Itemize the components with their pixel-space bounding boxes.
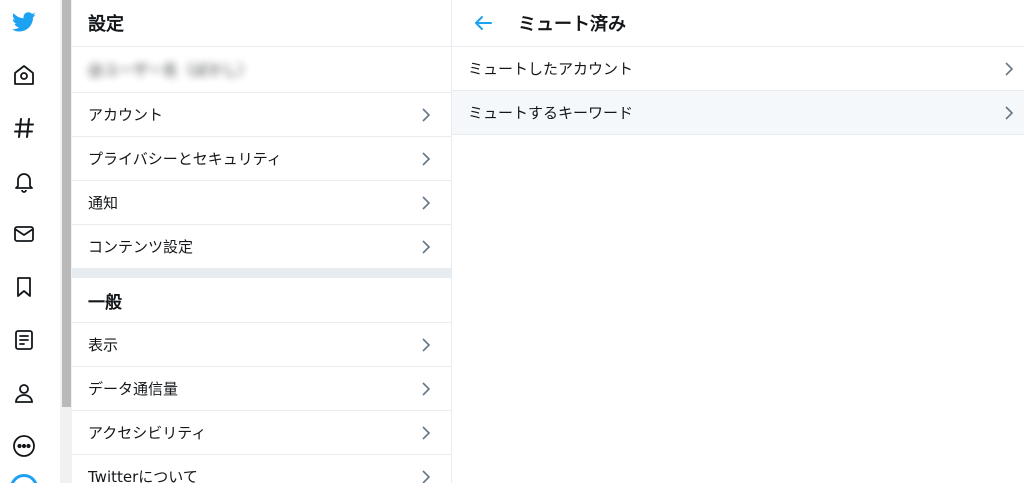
back-button[interactable]: [472, 12, 494, 34]
settings-item-accessibility[interactable]: アクセシビリティ: [72, 411, 451, 455]
settings-item-label: 通知: [88, 194, 119, 212]
chevron-right-icon: [422, 239, 431, 254]
settings-item-label: プライバシーとセキュリティ: [88, 150, 282, 168]
chevron-right-icon: [422, 195, 431, 210]
compose-button-partial[interactable]: [10, 474, 38, 483]
settings-header: 設定: [72, 0, 451, 47]
muted-header: ミュート済み: [452, 0, 1024, 47]
twitter-logo-icon[interactable]: [6, 4, 42, 40]
settings-item-label: コンテンツ設定: [88, 238, 194, 256]
settings-item-display[interactable]: 表示: [72, 323, 451, 367]
chevron-right-icon: [422, 107, 431, 122]
chevron-right-icon: [422, 151, 431, 166]
arrow-left-icon: [475, 16, 492, 30]
settings-item-label: データ通信量: [88, 380, 179, 398]
bookmark-icon[interactable]: [6, 269, 42, 305]
chevron-right-icon: [422, 469, 431, 483]
muted-keywords-item[interactable]: ミュートするキーワード: [452, 91, 1024, 135]
general-section-title: 一般: [88, 292, 122, 313]
section-divider: [72, 269, 451, 278]
chevron-right-icon: [1005, 105, 1014, 120]
muted-accounts-item[interactable]: ミュートしたアカウント: [452, 47, 1024, 91]
settings-column: 設定 @ユーザー名（ぼかし） アカウント プライバシーとセキュリティ 通知 コン…: [72, 0, 452, 483]
account-name: @ユーザー名（ぼかし）: [88, 61, 253, 79]
settings-item-content[interactable]: コンテンツ設定: [72, 225, 451, 269]
settings-item-about[interactable]: Twitterについて: [72, 455, 451, 483]
muted-column: ミュート済み ミュートしたアカウント ミュートするキーワード: [452, 0, 1024, 483]
scrollbar-thumb[interactable]: [62, 0, 71, 407]
settings-item-label: アカウント: [88, 106, 164, 124]
mail-icon[interactable]: [6, 216, 42, 252]
settings-item-label: アクセシビリティ: [88, 424, 207, 442]
muted-item-label: ミュートしたアカウント: [468, 60, 634, 78]
more-icon[interactable]: [6, 428, 42, 464]
chevron-right-icon: [422, 381, 431, 396]
hashtag-icon[interactable]: [6, 110, 42, 146]
settings-item-privacy[interactable]: プライバシーとセキュリティ: [72, 137, 451, 181]
profile-icon[interactable]: [6, 375, 42, 411]
home-icon[interactable]: [6, 57, 42, 93]
settings-title: 設定: [88, 14, 124, 35]
settings-item-data-usage[interactable]: データ通信量: [72, 367, 451, 411]
main-nav: [0, 0, 48, 483]
general-section-header: 一般: [72, 278, 451, 323]
muted-item-label: ミュートするキーワード: [468, 104, 634, 122]
settings-item-label: 表示: [88, 336, 119, 354]
account-name-row: @ユーザー名（ぼかし）: [72, 47, 451, 93]
settings-item-label: Twitterについて: [88, 468, 198, 483]
list-icon[interactable]: [6, 322, 42, 358]
chevron-right-icon: [1005, 61, 1014, 76]
settings-item-notifications[interactable]: 通知: [72, 181, 451, 225]
bell-icon[interactable]: [6, 163, 42, 199]
settings-item-account[interactable]: アカウント: [72, 93, 451, 137]
chevron-right-icon: [422, 425, 431, 440]
chevron-right-icon: [422, 337, 431, 352]
muted-title: ミュート済み: [518, 14, 626, 35]
